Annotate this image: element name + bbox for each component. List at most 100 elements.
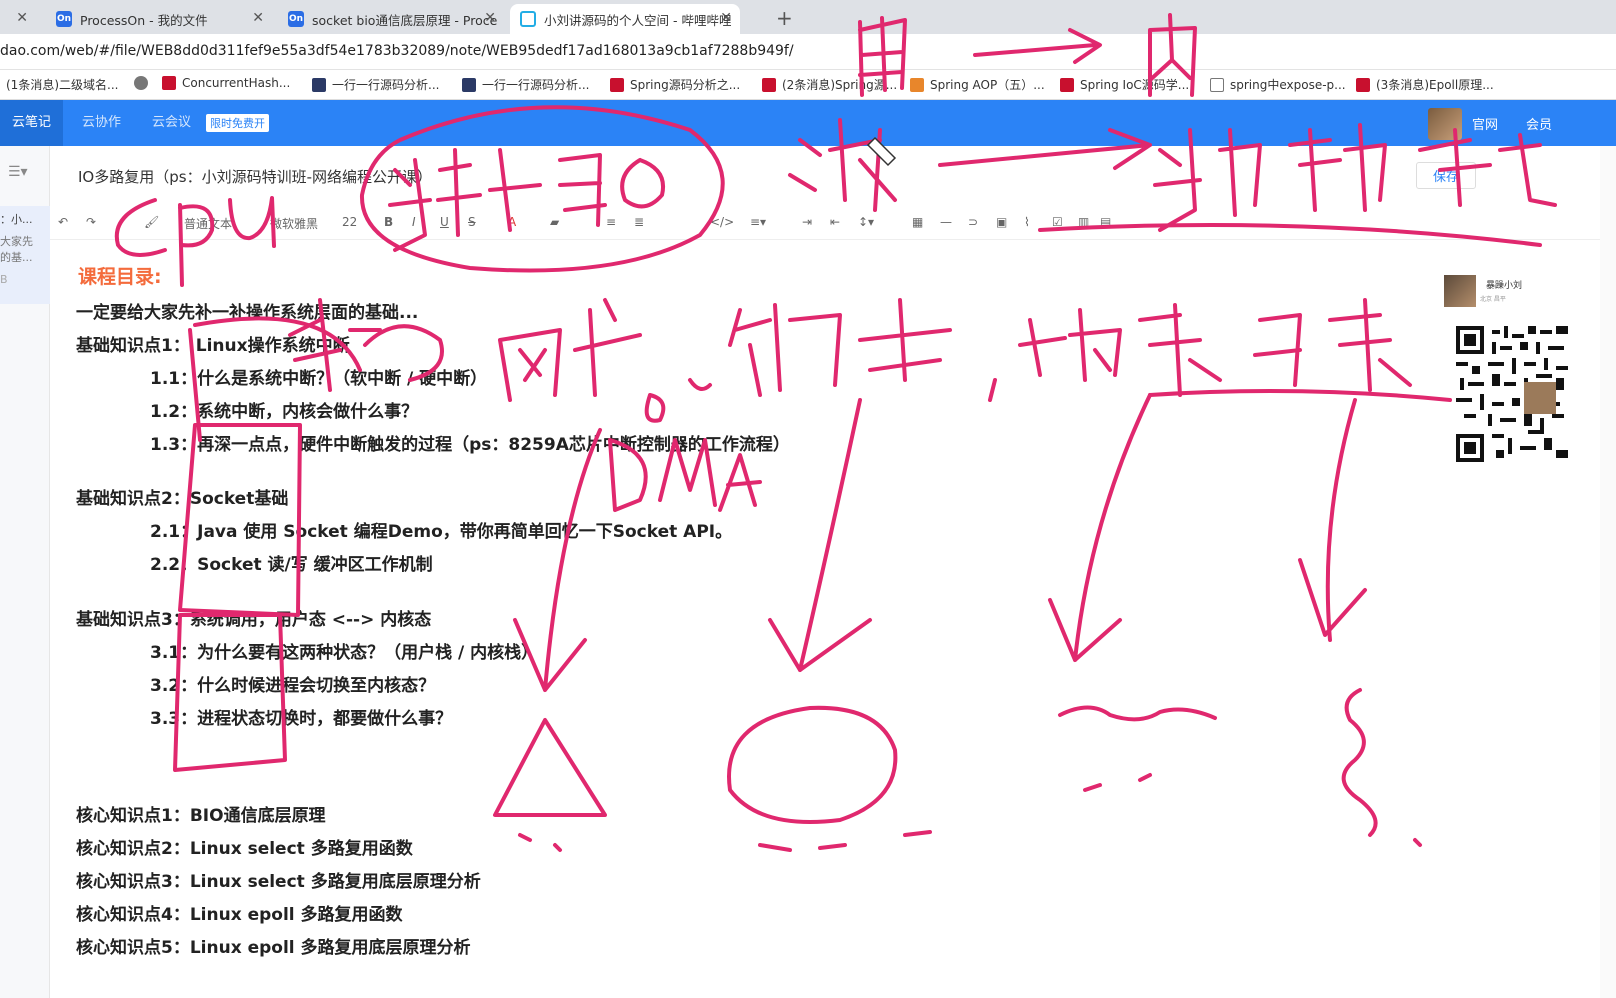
attachment-icon[interactable]: ⌇: [1024, 215, 1030, 229]
bookmark-item[interactable]: 一行一行源码分析...: [462, 76, 589, 93]
note-item-size: B: [0, 273, 8, 286]
bookmark-item[interactable]: 一行一行源码分析...: [312, 76, 439, 93]
code-button[interactable]: </>: [710, 215, 734, 229]
close-icon[interactable]: ✕: [252, 10, 264, 26]
browser-tab-processon[interactable]: On ProcessOn - 我的文件 ✕: [46, 4, 272, 34]
browser-tab-bar: ✕ On ProcessOn - 我的文件 ✕ On socket bio通信底…: [0, 0, 1616, 34]
save-button[interactable]: 保存: [1415, 162, 1476, 189]
content-line: 3.3：进程状态切换时，都要做什么事？: [150, 709, 453, 729]
bookmark-label: Spring AOP（五）...: [930, 78, 1045, 92]
bookmark-item[interactable]: (1条消息)二级域名...: [6, 76, 118, 93]
new-tab-button[interactable]: +: [776, 6, 793, 30]
content-line: 一定要给大家先补一补操作系统层面的基础...: [76, 303, 419, 323]
content-line: 1.3：再深一点点，硬件中断触发的过程（ps：8259A芯片中断控制器的工作流程…: [150, 435, 790, 455]
promo-badge[interactable]: 限时免费开: [206, 114, 269, 132]
indent-icon[interactable]: ⇥: [802, 215, 812, 229]
numbered-list-icon[interactable]: ≣: [634, 215, 644, 229]
qr-code: [1456, 326, 1568, 462]
bookmark-item[interactable]: spring中expose-p...: [1210, 76, 1346, 93]
membership-link[interactable]: 会员: [1526, 114, 1552, 133]
tab-cloud-collab[interactable]: 云协作: [70, 100, 133, 146]
underline-button[interactable]: U: [440, 215, 449, 229]
bold-button[interactable]: B: [384, 215, 393, 229]
address-bar[interactable]: dao.com/web/#/file/WEB8dd0d311fef9e55a3d…: [0, 34, 1616, 70]
bullet-list-icon[interactable]: ≡: [606, 215, 616, 229]
content-line: 2.1：Java 使用 Socket 编程Demo，带你再简单回忆一下Socke…: [150, 522, 733, 542]
table-icon[interactable]: ▦: [912, 215, 923, 229]
font-color-icon[interactable]: A: [508, 215, 516, 229]
paragraph-style-select[interactable]: 普通文本: [184, 215, 232, 232]
format-painter-icon[interactable]: 🖌: [144, 215, 159, 229]
tab-close-partial[interactable]: ✕: [0, 4, 42, 34]
note-item-snippet: 大家先: [0, 235, 33, 248]
bookmark-label: (2条消息)Spring源...: [782, 78, 898, 92]
blog-icon: [462, 77, 476, 92]
align-icon[interactable]: ≡▾: [750, 215, 766, 229]
format-toolbar: ↶ ↷ 🖌 普通文本 微软雅黑 22 B I U S A ▰ ≡ ≣ </> ≡…: [50, 206, 1616, 240]
bookmark-item[interactable]: Spring IoC源码学...: [1060, 76, 1189, 93]
section-heading: 基础知识点1： Linux操作系统中断: [76, 336, 350, 356]
url-text[interactable]: dao.com/web/#/file/WEB8dd0d311fef9e55a3d…: [0, 43, 794, 59]
link-icon[interactable]: ⊃: [968, 215, 978, 229]
csdn-icon: [762, 77, 776, 92]
core-topic: 核心知识点1：BIO通信底层原理: [76, 806, 326, 826]
tab-title: socket bio通信底层原理 - Proce: [312, 12, 498, 28]
font-family-select[interactable]: 微软雅黑: [270, 215, 318, 232]
content-line: 1.1：什么是系统中断？（软中断 / 硬中断）: [150, 369, 488, 389]
outdent-icon[interactable]: ⇤: [830, 215, 840, 229]
globe-icon: [134, 76, 148, 90]
bookmark-label: 一行一行源码分析...: [482, 78, 590, 92]
core-topic: 核心知识点4：Linux epoll 多路复用函数: [76, 905, 403, 925]
csdn-icon: [1060, 77, 1074, 92]
tab-cloud-notes[interactable]: 云笔记: [0, 100, 64, 146]
author-name: 暴躁小刘: [1486, 281, 1523, 291]
highlight-icon[interactable]: ▰: [550, 215, 559, 229]
close-icon[interactable]: ✕: [720, 10, 732, 26]
note-list-item[interactable]: ：小... 大家先 的基... B: [0, 206, 50, 304]
browser-tab-socket[interactable]: On socket bio通信底层原理 - Proce ✕: [278, 4, 504, 34]
todo-icon[interactable]: ☑: [1052, 215, 1063, 229]
undo-icon[interactable]: ↶: [58, 215, 68, 229]
bookmark-label: Spring IoC源码学...: [1080, 78, 1190, 92]
bookmark-item[interactable]: (3条消息)Epoll原理...: [1356, 76, 1494, 93]
template-icon[interactable]: ▤: [1100, 215, 1111, 229]
line-height-icon[interactable]: ↕▾: [858, 215, 874, 229]
core-topic: 核心知识点2：Linux select 多路复用函数: [76, 839, 413, 859]
jianshu-icon: [910, 77, 924, 92]
divider-icon[interactable]: —: [940, 215, 952, 229]
bookmark-item[interactable]: [134, 76, 154, 90]
bookmark-item[interactable]: Spring AOP（五）...: [910, 76, 1045, 93]
document-title-bar: IO多路复用（ps：小刘源码特训班-网络编程公开课） 保存: [50, 146, 1616, 206]
note-list-sidebar: ☰▾ ：小... 大家先 的基... B: [0, 146, 50, 998]
bookmark-item[interactable]: (2条消息)Spring源...: [762, 76, 897, 93]
core-topic: 核心知识点3：Linux select 多路复用底层原理分析: [76, 872, 481, 892]
document-title[interactable]: IO多路复用（ps：小刘源码特训班-网络编程公开课）: [78, 166, 432, 187]
italic-button[interactable]: I: [412, 215, 416, 229]
right-scroll-edge[interactable]: [1600, 146, 1616, 998]
bookmark-item[interactable]: ConcurrentHash...: [162, 76, 290, 90]
content-line: 3.1：为什么要有这两种状态？（用户栈 / 内核栈）: [150, 643, 539, 663]
redo-icon[interactable]: ↷: [86, 215, 96, 229]
bookmark-icon: [1210, 77, 1224, 92]
processon-icon: On: [288, 11, 304, 27]
bookmark-item[interactable]: Spring源码分析之...: [610, 76, 740, 93]
font-size-select[interactable]: 22: [342, 215, 357, 229]
author-location: 北京 昌平: [1480, 296, 1506, 303]
bookmark-label: (3条消息)Epoll原理...: [1376, 78, 1494, 92]
close-icon[interactable]: ✕: [484, 10, 496, 26]
tab-title: ProcessOn - 我的文件: [80, 12, 208, 28]
list-icon[interactable]: ☰▾: [8, 164, 28, 180]
avatar[interactable]: [1428, 108, 1462, 140]
strikethrough-button[interactable]: S: [468, 215, 476, 229]
columns-icon[interactable]: ▥: [1078, 215, 1089, 229]
image-icon[interactable]: ▣: [996, 215, 1007, 229]
author-avatar: [1444, 275, 1476, 307]
editor-content[interactable]: 课程目录: 一定要给大家先补一补操作系统层面的基础... 基础知识点1： Lin…: [50, 250, 1440, 998]
close-icon[interactable]: ✕: [16, 10, 28, 26]
official-site-link[interactable]: 官网: [1472, 114, 1498, 133]
browser-tab-bilibili[interactable]: 小刘讲源码的个人空间 - 哔哩哔哩 ✕: [510, 4, 740, 34]
csdn-icon: [1356, 77, 1370, 92]
tab-cloud-meeting[interactable]: 云会议: [140, 100, 203, 146]
blog-icon: [312, 77, 326, 92]
bookmark-label: (1条消息)二级域名...: [6, 78, 119, 92]
